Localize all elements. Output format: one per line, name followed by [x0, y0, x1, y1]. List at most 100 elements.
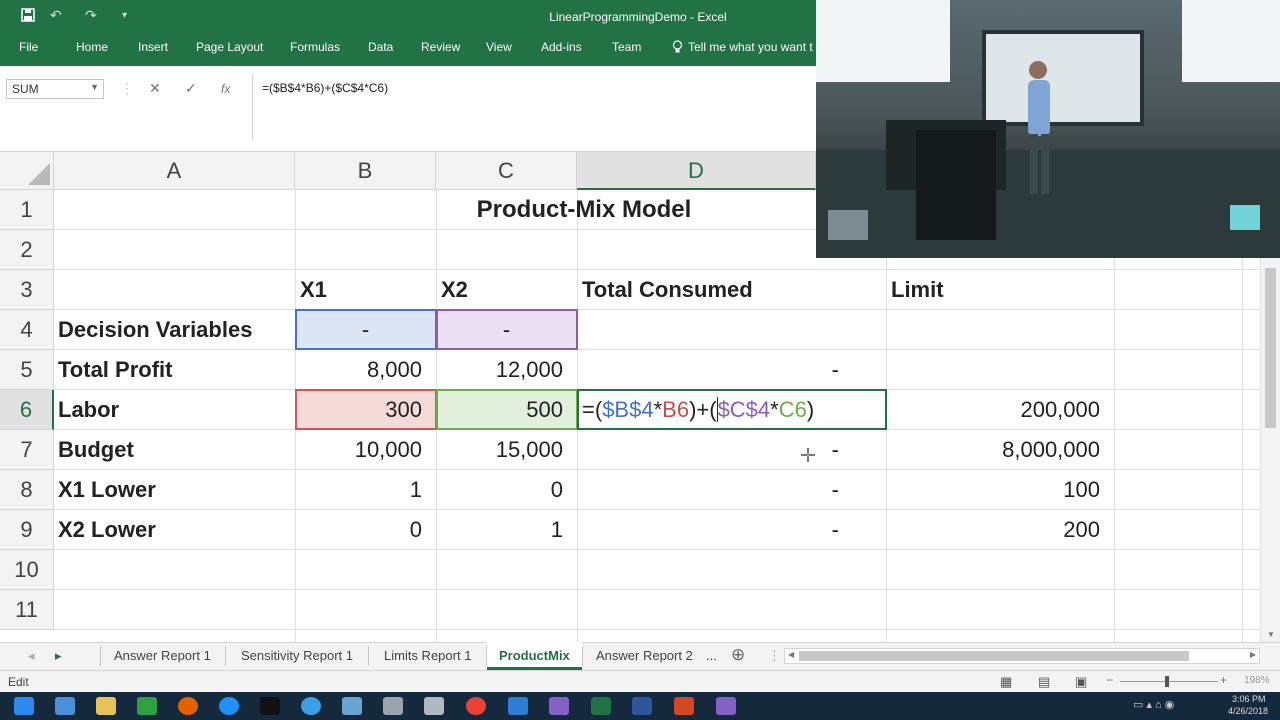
cell-c9[interactable]: 1	[436, 510, 577, 550]
row-header-3[interactable]: 3	[0, 270, 54, 310]
header-limit-cell[interactable]: Limit	[891, 270, 944, 310]
tell-me-box[interactable]: Tell me what you want t	[688, 40, 816, 54]
word-icon[interactable]	[632, 697, 652, 715]
row-header-11[interactable]: 11	[0, 590, 54, 630]
cell-c6[interactable]: 500	[436, 390, 577, 430]
app-icon[interactable]	[508, 697, 528, 715]
page-layout-view-icon[interactable]: ▤	[1038, 674, 1050, 690]
sheet-tab-answer-report-2[interactable]: Answer Report 2	[596, 648, 693, 663]
column-header-d[interactable]: D	[577, 152, 816, 190]
scroll-down-icon[interactable]: ▼	[1267, 630, 1275, 639]
sheet-tab-limits-report-1[interactable]: Limits Report 1	[384, 648, 471, 663]
cell-d5[interactable]: -	[577, 350, 853, 390]
file-explorer-icon[interactable]	[96, 697, 116, 715]
row-header-6[interactable]: 6	[0, 390, 54, 430]
redo-icon[interactable]: ↷	[85, 7, 97, 24]
label-decision-variables[interactable]: Decision Variables	[58, 310, 252, 350]
vertical-scrollbar[interactable]: ▼	[1260, 258, 1280, 642]
row-header-7[interactable]: 7	[0, 430, 54, 470]
row-header-2[interactable]: 2	[0, 230, 54, 270]
firefox-icon[interactable]	[178, 697, 198, 715]
cell-d9[interactable]: -	[577, 510, 853, 550]
row-header-5[interactable]: 5	[0, 350, 54, 390]
label-x1-lower[interactable]: X1 Lower	[58, 470, 156, 510]
customize-qat-icon[interactable]: ▾	[122, 10, 127, 21]
horizontal-scrollbar[interactable]: ◀ ▶	[784, 648, 1260, 664]
cell-c4[interactable]: -	[436, 310, 577, 350]
scroll-right-icon[interactable]: ▶	[1250, 650, 1256, 659]
cell-b6[interactable]: 300	[295, 390, 436, 430]
cell-c7[interactable]: 15,000	[436, 430, 577, 470]
tab-file[interactable]: File	[19, 40, 38, 54]
cell-b5[interactable]: 8,000	[295, 350, 436, 390]
excel-icon[interactable]	[591, 697, 611, 715]
header-total-consumed-cell[interactable]: Total Consumed	[582, 270, 753, 310]
system-tray-icons[interactable]: ▭ ▴ ⌂ ◉	[1133, 698, 1174, 711]
select-all-corner[interactable]	[0, 152, 54, 190]
zoom-slider[interactable]	[1120, 681, 1218, 682]
cell-c5[interactable]: 12,000	[436, 350, 577, 390]
sheet-tab-answer-report-1[interactable]: Answer Report 1	[114, 648, 211, 663]
cell-e7[interactable]: 8,000,000	[886, 430, 1114, 470]
scroll-tabs-right-icon[interactable]: ▸	[55, 648, 62, 664]
internet-explorer-icon[interactable]	[301, 697, 321, 715]
row-header-10[interactable]: 10	[0, 550, 54, 590]
app-icon[interactable]	[383, 697, 403, 715]
terminal-icon[interactable]	[260, 697, 280, 715]
powerpoint-icon[interactable]	[674, 697, 694, 715]
tab-review[interactable]: Review	[421, 40, 460, 54]
app-icon[interactable]	[424, 697, 444, 715]
header-x1-cell[interactable]: X1	[300, 270, 327, 310]
cell-d6-formula[interactable]: =($B$4*B6)+($C$4*C6)	[582, 390, 814, 430]
task-view-icon[interactable]	[55, 697, 75, 715]
chrome-icon[interactable]	[466, 697, 486, 715]
column-header-c[interactable]: C	[436, 152, 577, 190]
column-header-a[interactable]: A	[54, 152, 295, 190]
scrollbar-thumb[interactable]	[799, 651, 1189, 661]
tab-team[interactable]: Team	[612, 40, 641, 54]
name-box[interactable]: SUM ▼	[6, 79, 104, 99]
cell-c8[interactable]: 0	[436, 470, 577, 510]
undo-icon[interactable]: ↶	[50, 7, 62, 24]
enter-icon[interactable]: ✓	[185, 80, 197, 97]
formula-input[interactable]: =($B$4*B6)+($C$4*C6)	[252, 74, 816, 140]
cancel-icon[interactable]: ✕	[149, 80, 161, 97]
row-header-1[interactable]: 1	[0, 190, 54, 230]
save-icon[interactable]	[20, 7, 36, 26]
label-budget[interactable]: Budget	[58, 430, 134, 470]
header-x2-cell[interactable]: X2	[441, 270, 468, 310]
page-break-view-icon[interactable]: ▣	[1075, 674, 1087, 690]
tab-add-ins[interactable]: Add-ins	[541, 40, 582, 54]
tab-page-layout[interactable]: Page Layout	[196, 40, 263, 54]
tab-view[interactable]: View	[486, 40, 512, 54]
cell-d8[interactable]: -	[577, 470, 853, 510]
row-header-9[interactable]: 9	[0, 510, 54, 550]
row-header-4[interactable]: 4	[0, 310, 54, 350]
zoom-out-icon[interactable]: −	[1106, 673, 1113, 687]
zoom-in-icon[interactable]: +	[1220, 673, 1227, 687]
sheet-tab-sensitivity-report-1[interactable]: Sensitivity Report 1	[241, 648, 353, 663]
scrollbar-thumb[interactable]	[1265, 268, 1276, 428]
edge-icon[interactable]	[219, 697, 239, 715]
label-total-profit[interactable]: Total Profit	[58, 350, 172, 390]
cell-b7[interactable]: 10,000	[295, 430, 436, 470]
insert-function-icon[interactable]: fx	[221, 82, 230, 96]
scroll-tabs-left-icon[interactable]: ◂	[28, 648, 35, 664]
more-sheets-button[interactable]: ...	[706, 648, 717, 663]
zoom-level[interactable]: 198%	[1244, 675, 1270, 686]
chevron-down-icon[interactable]: ▼	[90, 82, 99, 92]
cell-e8[interactable]: 100	[886, 470, 1114, 510]
label-x2-lower[interactable]: X2 Lower	[58, 510, 156, 550]
tab-formulas[interactable]: Formulas	[290, 40, 340, 54]
sheet-title-cell[interactable]: Product-Mix Model	[295, 190, 873, 230]
column-header-b[interactable]: B	[295, 152, 436, 190]
store-icon[interactable]	[137, 697, 157, 715]
add-sheet-icon[interactable]: ⊕	[731, 645, 745, 665]
visual-studio-icon[interactable]	[549, 697, 569, 715]
row-header-8[interactable]: 8	[0, 470, 54, 510]
label-labor[interactable]: Labor	[58, 390, 119, 430]
tab-data[interactable]: Data	[368, 40, 393, 54]
zoom-slider-handle[interactable]	[1165, 676, 1169, 687]
cell-b4[interactable]: -	[295, 310, 436, 350]
normal-view-icon[interactable]: ▦	[1000, 674, 1012, 690]
